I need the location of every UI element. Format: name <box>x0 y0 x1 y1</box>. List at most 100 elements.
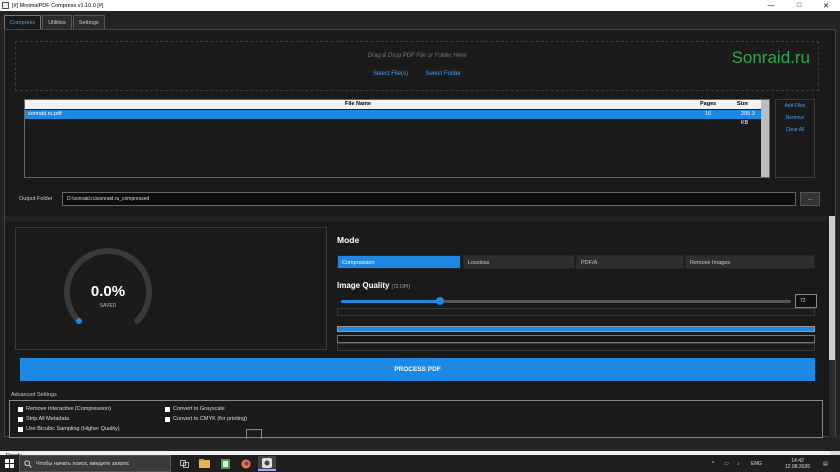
drop-zone[interactable]: Drag & Drop PDF File or Folder Here Sele… <box>15 41 819 91</box>
header-pages[interactable]: Pages <box>700 100 716 109</box>
image-quality-title: Image Quality (72 DPI) <box>337 281 410 290</box>
table-scrollbar[interactable] <box>761 100 769 177</box>
advanced-settings-box: Remove Interactive (Compression) Strip A… <box>9 400 823 439</box>
minimize-button[interactable]: — <box>757 0 785 11</box>
image-quality-label: Image Quality <box>337 281 390 290</box>
task-view-icon <box>179 459 189 468</box>
header-file-name[interactable]: File Name <box>345 100 371 109</box>
tab-bar: Compress Utilities Settings <box>4 15 106 29</box>
close-button[interactable]: ✕ <box>812 0 840 11</box>
main-scrollbar-thumb[interactable] <box>829 216 835 360</box>
cell-pages: 16 <box>705 111 712 117</box>
select-files-link[interactable]: Select File(s) <box>373 71 408 77</box>
clear-all-button[interactable]: Clear All <box>776 124 814 136</box>
checkbox-icon <box>18 406 23 412</box>
quality-slider-fill <box>341 300 440 303</box>
taskbar-search[interactable]: Чтобы начать поиск, введите запрос <box>19 455 171 472</box>
tray-expand-icon[interactable]: ^ <box>712 455 714 472</box>
checkbox-icon <box>165 406 170 412</box>
file-table-header: File Name Pages Size <box>25 100 762 109</box>
progress-bar <box>337 326 815 332</box>
cmyk-checkbox[interactable]: Convert to CMYK (for printing) <box>165 416 247 422</box>
saved-percent: 0.0% <box>90 283 126 300</box>
strip-metadata-checkbox[interactable]: Strip All Metadata <box>18 416 69 422</box>
saved-caption: SAVED <box>99 303 117 309</box>
checkbox-icon <box>18 416 23 422</box>
taskbar-notepad[interactable] <box>216 456 234 471</box>
select-folder-link[interactable]: Select Folder <box>426 71 461 77</box>
notifications-icon[interactable]: ▤ <box>823 455 828 472</box>
file-actions: Add Files Remove Clear All <box>775 99 815 178</box>
checkbox-label: Use Bicubic Sampling (Higher Quality) <box>26 426 120 432</box>
status-strip <box>337 308 815 316</box>
checkbox-label: Convert to CMYK (for printing) <box>173 416 247 422</box>
maximize-button[interactable]: □ <box>785 0 813 11</box>
checkbox-label: Strip All Metadata <box>26 416 70 422</box>
network-icon[interactable]: ▭ <box>724 455 729 472</box>
language-indicator[interactable]: ENG <box>751 455 762 472</box>
add-files-button[interactable]: Add Files <box>776 100 814 112</box>
output-folder-input[interactable]: D:\sonraid.ru\sonraid.ru_compressed <box>62 192 796 206</box>
folder-icon <box>198 459 210 468</box>
process-pdf-button[interactable]: PROCESS PDF <box>20 358 815 381</box>
remove-button[interactable]: Remove <box>776 112 814 124</box>
main-scrollbar[interactable] <box>829 216 835 438</box>
close-icon: ✕ <box>823 2 829 10</box>
firefox-icon <box>241 459 251 468</box>
windows-logo-icon <box>4 459 14 468</box>
advanced-settings-title: Advanced Settings <box>11 392 57 398</box>
bicubic-sampling-checkbox[interactable]: Use Bicubic Sampling (Higher Quality) <box>18 426 120 432</box>
remove-interactive-checkbox[interactable]: Remove Interactive (Compression) <box>18 406 111 412</box>
taskbar-file-explorer[interactable] <box>195 456 213 471</box>
mode-compression-button[interactable]: Compression <box>337 255 461 269</box>
tab-settings[interactable]: Settings <box>72 15 105 29</box>
mode-pdfa-button[interactable]: PDF/A <box>576 255 684 269</box>
minimalpdf-icon <box>262 457 272 468</box>
checkbox-icon <box>18 426 23 432</box>
window-title: [#] MinimalPDF Compress v1.10.0 [#] <box>12 2 104 9</box>
checkbox-icon <box>165 416 170 422</box>
clock-date: 12.08.2026 <box>785 463 811 470</box>
savings-panel: 0.0% SAVED <box>15 227 327 350</box>
browse-button[interactable]: ... <box>800 192 820 206</box>
taskbar: Чтобы начать поиск, введите запрос ^ ▭ ♪… <box>0 455 840 472</box>
quality-slider-thumb[interactable] <box>436 297 444 305</box>
title-bar: [#] MinimalPDF Compress v1.10.0 [#] — □ … <box>0 0 840 11</box>
mode-title: Mode <box>337 235 360 245</box>
compress-panel: Drag & Drop PDF File or Folder Here Sele… <box>4 29 836 439</box>
partial-input[interactable] <box>246 429 262 439</box>
checkbox-label: Convert to Grayscale <box>173 406 225 412</box>
volume-icon[interactable]: ♪ <box>737 455 740 472</box>
table-row[interactable]: sonraid.ru.pdf 16 295.3 KB <box>25 110 762 126</box>
checkbox-label: Remove Interactive (Compression) <box>26 406 111 412</box>
file-table: File Name Pages Size sonraid.ru.pdf 16 2… <box>24 99 770 178</box>
search-icon <box>24 459 32 468</box>
log-strip <box>337 343 815 351</box>
app-window: Compress Utilities Settings Drag & Drop … <box>0 11 840 461</box>
start-button[interactable] <box>0 455 18 472</box>
notepad-icon <box>220 458 230 469</box>
mode-remove-images-button[interactable]: Remove Images <box>685 255 815 269</box>
minimize-icon: — <box>767 2 775 9</box>
mode-lossless-button[interactable]: Lossless <box>463 255 575 269</box>
taskbar-minimalpdf[interactable] <box>258 456 276 471</box>
clock[interactable]: 14:42 12.08.2026 <box>785 455 810 472</box>
tab-utilities[interactable]: Utilities <box>42 15 72 29</box>
taskbar-firefox[interactable] <box>237 456 255 471</box>
cell-size: 295.3 KB <box>741 111 755 126</box>
app-icon <box>2 2 9 9</box>
cell-file-name: sonraid.ru.pdf <box>28 111 62 117</box>
header-size[interactable]: Size <box>737 100 748 109</box>
section-divider <box>5 216 835 221</box>
search-placeholder: Чтобы начать поиск, введите запрос <box>36 460 130 467</box>
grayscale-checkbox[interactable]: Convert to Grayscale <box>165 406 225 412</box>
tab-compress[interactable]: Compress <box>4 15 42 29</box>
output-folder-label: Output Folder <box>19 196 53 202</box>
progress-fill <box>338 327 814 331</box>
quality-slider[interactable] <box>341 297 791 305</box>
quality-value-input[interactable]: 72 <box>795 294 817 308</box>
maximize-icon: □ <box>796 2 802 9</box>
drop-hint: Drag & Drop PDF File or Folder Here <box>367 53 467 59</box>
task-view-button[interactable] <box>175 456 193 471</box>
secondary-progress-bar <box>337 335 815 343</box>
